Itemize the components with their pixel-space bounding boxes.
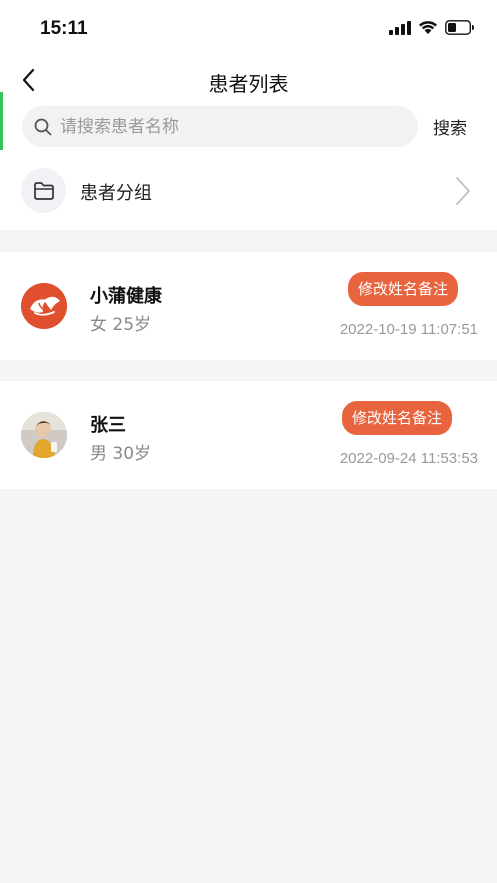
patient-time: 2022-10-19 11:07:51 xyxy=(339,321,478,338)
search-input[interactable] xyxy=(58,115,402,138)
nav-bar: 患者列表 xyxy=(0,60,497,100)
search-row: 搜索 xyxy=(0,100,497,155)
patient-gender-age: 男 30岁 xyxy=(90,444,152,464)
status-icons xyxy=(389,20,475,35)
chevron-right-icon xyxy=(456,177,470,205)
side-marker xyxy=(0,92,3,150)
folder-icon xyxy=(33,181,54,200)
group-icon-circle xyxy=(21,168,66,213)
brand-logo-avatar xyxy=(21,283,67,329)
signal-icon xyxy=(389,20,411,35)
page-title: 患者列表 xyxy=(208,72,289,96)
search-icon xyxy=(34,118,52,136)
patient-name: 小蒲健康 xyxy=(90,286,162,307)
edit-name-note-button[interactable]: 修改姓名备注 xyxy=(341,401,452,435)
patient-name: 张三 xyxy=(90,415,126,436)
patient-list-page: 15:11 患者列表 请搜索患者名称 搜索 患者分组 小蒲健康 女 25岁 修改… xyxy=(0,0,497,883)
patient-card[interactable]: 张三 男 30岁 修改姓名备注 2022-09-24 11:53:53 xyxy=(0,381,497,489)
patient-time: 2022-09-24 11:53:53 xyxy=(339,450,478,467)
wifi-icon xyxy=(419,21,437,34)
patient-gender-age: 女 25岁 xyxy=(90,315,152,335)
battery-icon xyxy=(445,20,474,35)
search-box[interactable] xyxy=(22,106,418,147)
patient-group-row[interactable]: 患者分组 xyxy=(0,155,497,230)
edit-name-note-button[interactable]: 修改姓名备注 xyxy=(347,272,458,306)
photo-avatar xyxy=(21,412,67,458)
status-time: 15:11 xyxy=(40,18,88,39)
group-label: 患者分组 xyxy=(80,183,152,204)
status-bar: 15:11 xyxy=(0,0,497,60)
search-button[interactable]: 搜索 xyxy=(433,114,467,139)
patient-card[interactable]: 小蒲健康 女 25岁 修改姓名备注 2022-10-19 11:07:51 xyxy=(0,252,497,360)
